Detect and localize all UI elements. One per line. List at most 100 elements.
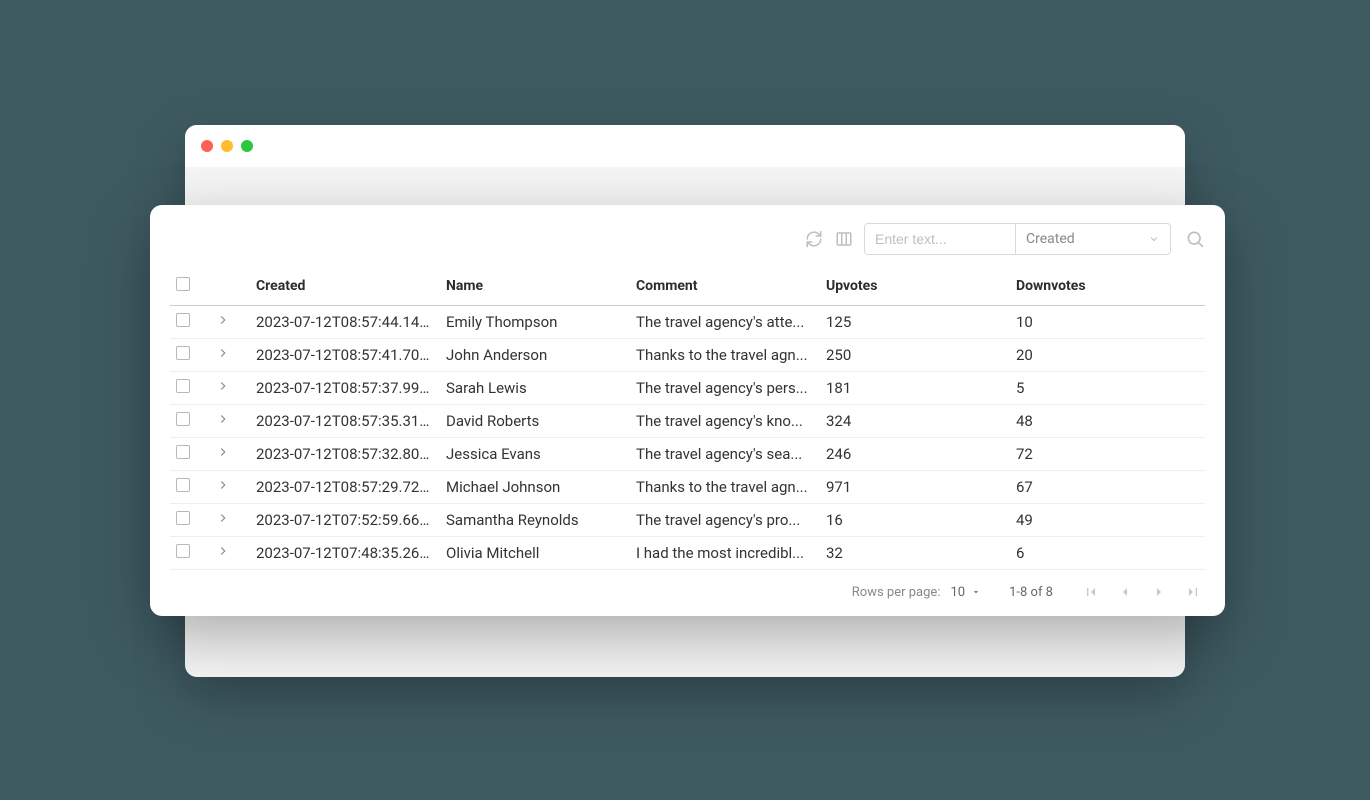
dropdown-icon <box>971 587 981 597</box>
traffic-lights <box>201 140 253 152</box>
col-created[interactable]: Created <box>250 269 440 306</box>
search-icon <box>1185 229 1205 249</box>
cell-created: 2023-07-12T07:52:59.660Z <box>250 504 440 537</box>
expand-row-button[interactable] <box>216 346 230 360</box>
cell-name: Samantha Reynolds <box>440 504 630 537</box>
cell-name: Emily Thompson <box>440 306 630 339</box>
chevron-right-icon <box>216 379 230 393</box>
cell-upvotes: 32 <box>820 537 1010 570</box>
select-all-checkbox[interactable] <box>176 277 190 291</box>
expand-row-button[interactable] <box>216 478 230 492</box>
window-close-button[interactable] <box>201 140 213 152</box>
pagination: Rows per page: 10 1-8 of 8 <box>170 570 1205 606</box>
rows-per-page: Rows per page: 10 <box>852 585 981 600</box>
cell-name: Michael Johnson <box>440 471 630 504</box>
row-checkbox[interactable] <box>176 445 190 459</box>
col-downvotes[interactable]: Downvotes <box>1010 269 1205 306</box>
cell-downvotes: 48 <box>1010 405 1205 438</box>
data-card: Created Created Name Comment Upvotes Dow… <box>150 205 1225 616</box>
table-row[interactable]: 2023-07-12T08:57:37.992ZSarah LewisThe t… <box>170 372 1205 405</box>
cell-name: Sarah Lewis <box>440 372 630 405</box>
cell-comment: Thanks to the travel agn... <box>630 339 820 372</box>
table-row[interactable]: 2023-07-12T08:57:41.704ZJohn AndersonTha… <box>170 339 1205 372</box>
row-checkbox[interactable] <box>176 379 190 393</box>
chevron-right-icon <box>216 412 230 426</box>
window-minimize-button[interactable] <box>221 140 233 152</box>
cell-downvotes: 6 <box>1010 537 1205 570</box>
row-checkbox[interactable] <box>176 478 190 492</box>
row-checkbox[interactable] <box>176 346 190 360</box>
expand-row-button[interactable] <box>216 379 230 393</box>
window-maximize-button[interactable] <box>241 140 253 152</box>
expand-row-button[interactable] <box>216 313 230 327</box>
cell-upvotes: 971 <box>820 471 1010 504</box>
cell-upvotes: 250 <box>820 339 1010 372</box>
filter-field-label: Created <box>1026 231 1075 247</box>
cell-created: 2023-07-12T08:57:35.314Z <box>250 405 440 438</box>
chevron-right-icon <box>216 544 230 558</box>
cell-upvotes: 125 <box>820 306 1010 339</box>
chevron-right-icon <box>216 313 230 327</box>
cell-created: 2023-07-12T08:57:29.729Z <box>250 471 440 504</box>
cell-name: John Anderson <box>440 339 630 372</box>
cell-downvotes: 5 <box>1010 372 1205 405</box>
table-row[interactable]: 2023-07-12T08:57:44.143ZEmily ThompsonTh… <box>170 306 1205 339</box>
cell-downvotes: 67 <box>1010 471 1205 504</box>
cell-created: 2023-07-12T08:57:37.992Z <box>250 372 440 405</box>
col-upvotes[interactable]: Upvotes <box>820 269 1010 306</box>
rows-per-page-value: 10 <box>950 585 965 600</box>
col-comment[interactable]: Comment <box>630 269 820 306</box>
cell-upvotes: 246 <box>820 438 1010 471</box>
cell-comment: The travel agency's kno... <box>630 405 820 438</box>
cell-upvotes: 324 <box>820 405 1010 438</box>
row-checkbox[interactable] <box>176 313 190 327</box>
row-checkbox[interactable] <box>176 511 190 525</box>
columns-button[interactable] <box>834 229 854 249</box>
chevron-right-icon <box>216 478 230 492</box>
table-row[interactable]: 2023-07-12T07:48:35.263ZOlivia MitchellI… <box>170 537 1205 570</box>
toolbar: Created <box>170 223 1205 269</box>
cell-created: 2023-07-12T07:48:35.263Z <box>250 537 440 570</box>
table-row[interactable]: 2023-07-12T07:52:59.660ZSamantha Reynold… <box>170 504 1205 537</box>
rows-per-page-label: Rows per page: <box>852 585 941 600</box>
cell-comment: The travel agency's atte... <box>630 306 820 339</box>
cell-downvotes: 72 <box>1010 438 1205 471</box>
pagination-range: 1-8 of 8 <box>1009 585 1053 600</box>
cell-upvotes: 181 <box>820 372 1010 405</box>
next-page-button[interactable] <box>1151 584 1167 600</box>
filter-field-select[interactable]: Created <box>1015 224 1170 254</box>
row-checkbox[interactable] <box>176 412 190 426</box>
refresh-button[interactable] <box>804 229 824 249</box>
search-button[interactable] <box>1185 229 1205 249</box>
cell-downvotes: 10 <box>1010 306 1205 339</box>
table-row[interactable]: 2023-07-12T08:57:32.805ZJessica EvansThe… <box>170 438 1205 471</box>
prev-page-button[interactable] <box>1117 584 1133 600</box>
window-titlebar <box>185 125 1185 167</box>
expand-row-button[interactable] <box>216 544 230 558</box>
chevron-right-icon <box>216 445 230 459</box>
cell-name: Olivia Mitchell <box>440 537 630 570</box>
cell-comment: The travel agency's pro... <box>630 504 820 537</box>
cell-created: 2023-07-12T08:57:32.805Z <box>250 438 440 471</box>
cell-comment: I had the most incredibl... <box>630 537 820 570</box>
first-page-button[interactable] <box>1083 584 1099 600</box>
expand-row-button[interactable] <box>216 445 230 459</box>
col-name[interactable]: Name <box>440 269 630 306</box>
search-group: Created <box>864 223 1171 255</box>
table-row[interactable]: 2023-07-12T08:57:35.314ZDavid RobertsThe… <box>170 405 1205 438</box>
row-checkbox[interactable] <box>176 544 190 558</box>
expand-row-button[interactable] <box>216 511 230 525</box>
last-page-button[interactable] <box>1185 584 1201 600</box>
cell-upvotes: 16 <box>820 504 1010 537</box>
table-row[interactable]: 2023-07-12T08:57:29.729ZMichael JohnsonT… <box>170 471 1205 504</box>
search-input[interactable] <box>865 224 1015 254</box>
cell-name: Jessica Evans <box>440 438 630 471</box>
cell-created: 2023-07-12T08:57:44.143Z <box>250 306 440 339</box>
rows-per-page-select[interactable]: 10 <box>950 585 981 600</box>
expand-row-button[interactable] <box>216 412 230 426</box>
cell-downvotes: 49 <box>1010 504 1205 537</box>
cell-created: 2023-07-12T08:57:41.704Z <box>250 339 440 372</box>
cell-comment: The travel agency's pers... <box>630 372 820 405</box>
cell-comment: Thanks to the travel agn... <box>630 471 820 504</box>
table-header-row: Created Name Comment Upvotes Downvotes <box>170 269 1205 306</box>
